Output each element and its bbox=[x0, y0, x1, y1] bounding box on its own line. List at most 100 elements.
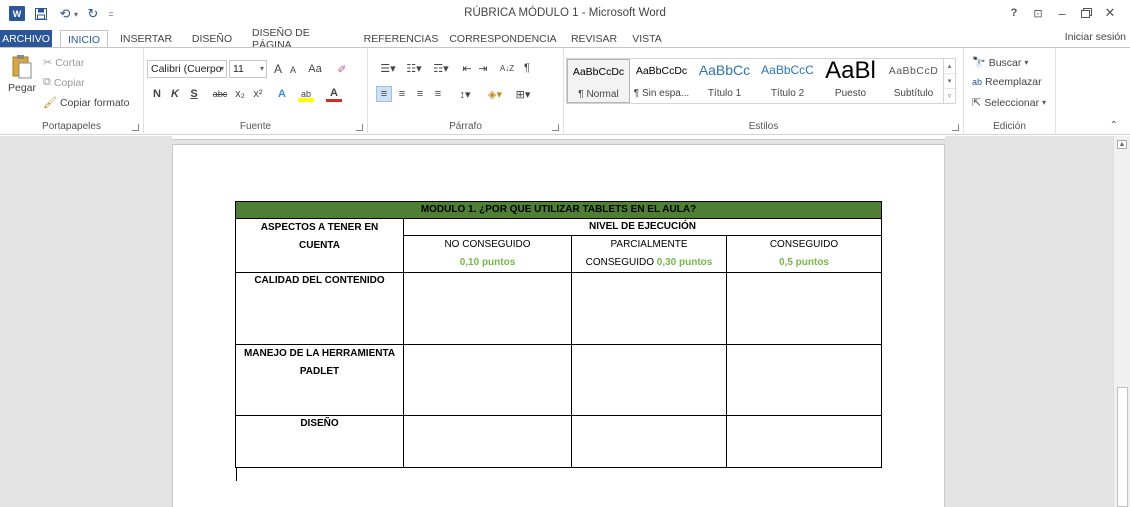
rubric-cell[interactable] bbox=[726, 272, 882, 345]
tab-design[interactable]: DISEÑO bbox=[188, 30, 236, 48]
style-heading-1[interactable]: AaBbCc Título 1 bbox=[693, 59, 756, 103]
rubric-cell[interactable] bbox=[726, 415, 882, 468]
justify-icon[interactable]: ≡ bbox=[430, 86, 446, 102]
font-color-button[interactable]: A bbox=[326, 86, 342, 102]
italic-button[interactable]: K bbox=[168, 86, 182, 102]
tab-references[interactable]: REFERENCIAS bbox=[362, 30, 440, 48]
grow-font-button[interactable]: A bbox=[270, 62, 286, 76]
change-case-button[interactable]: Aa bbox=[304, 62, 326, 76]
paragraph-dialog-launcher[interactable] bbox=[552, 124, 559, 131]
clear-formatting-icon[interactable]: ✐ bbox=[334, 62, 350, 76]
clipboard-dialog-launcher[interactable] bbox=[132, 124, 139, 131]
gallery-up-icon[interactable]: ▴ bbox=[944, 59, 955, 74]
show-formatting-marks-icon[interactable]: ¶ bbox=[520, 61, 534, 75]
gallery-down-icon[interactable]: ▾ bbox=[944, 74, 955, 89]
criterion-cell[interactable]: MANEJO DE LA HERRAMIENTA PADLET bbox=[235, 344, 404, 416]
cut-button[interactable]: ✂ Cortar bbox=[43, 56, 84, 70]
paste-button[interactable]: Pegar bbox=[8, 54, 36, 102]
rubric-table[interactable]: MODULO 1. ¿POR QUE UTILIZAR TABLETS EN E… bbox=[235, 201, 882, 468]
collapse-ribbon-icon[interactable]: ⌃ bbox=[1110, 120, 1118, 131]
increase-indent-icon[interactable]: ⇥ bbox=[476, 61, 490, 75]
styles-dialog-launcher[interactable] bbox=[952, 124, 959, 131]
level-no-conseguido-cell[interactable]: NO CONSEGUIDO 0,10 puntos bbox=[403, 235, 572, 273]
rubric-cell[interactable] bbox=[403, 344, 572, 416]
underline-button[interactable]: S bbox=[187, 86, 201, 102]
vertical-scrollbar[interactable]: ▲ bbox=[1113, 136, 1130, 507]
criterion-cell[interactable]: CALIDAD DEL CONTENIDO bbox=[235, 272, 404, 345]
tab-view[interactable]: VISTA bbox=[626, 30, 668, 48]
align-right-icon[interactable]: ≡ bbox=[412, 86, 428, 102]
format-painter-button[interactable]: 🖌 Copiar formato bbox=[43, 96, 129, 110]
borders-icon[interactable]: ⊞▾ bbox=[512, 86, 534, 102]
sort-icon[interactable]: A↓Z bbox=[498, 61, 516, 75]
font-size-dropdown[interactable]: 11 ▾ bbox=[229, 60, 267, 78]
rubric-cell[interactable] bbox=[571, 344, 727, 416]
highlight-color-button[interactable]: ab bbox=[298, 86, 314, 102]
bold-button[interactable]: N bbox=[150, 86, 164, 102]
decrease-indent-icon[interactable]: ⇤ bbox=[460, 61, 474, 75]
style-normal[interactable]: AaBbCcDc ¶ Normal bbox=[567, 59, 630, 103]
chevron-down-icon: ▾ bbox=[1024, 58, 1029, 67]
help-button[interactable]: ? bbox=[1002, 4, 1026, 22]
replace-icon: ab bbox=[972, 77, 983, 87]
text-effects-button[interactable]: A bbox=[274, 86, 290, 102]
rubric-title-cell[interactable]: MODULO 1. ¿POR QUE UTILIZAR TABLETS EN E… bbox=[235, 201, 882, 219]
tab-mailings[interactable]: CORRESPONDENCIA bbox=[448, 30, 558, 48]
replace-button[interactable]: ab Reemplazar bbox=[972, 76, 1042, 88]
rubric-cell[interactable] bbox=[571, 272, 727, 345]
subscript-button[interactable]: x₂ bbox=[232, 86, 248, 102]
style-name: Título 2 bbox=[770, 88, 805, 99]
ribbon-display-options-button[interactable]: ⊡ bbox=[1026, 4, 1050, 22]
tab-insert[interactable]: INSERTAR bbox=[116, 30, 176, 48]
close-button[interactable]: ✕ bbox=[1098, 4, 1122, 22]
copy-button[interactable]: ⧉ Copiar bbox=[43, 76, 85, 89]
align-left-icon[interactable]: ≡ bbox=[376, 86, 392, 102]
grow-font-icon: A bbox=[273, 62, 282, 76]
previous-page-edge bbox=[172, 136, 945, 140]
tab-home[interactable]: INICIO bbox=[60, 30, 108, 48]
font-dialog-launcher[interactable] bbox=[356, 124, 363, 131]
style-name: Puesto bbox=[834, 88, 867, 99]
gallery-more-icon[interactable]: ▿ bbox=[944, 89, 955, 104]
select-button[interactable]: ⇱ Seleccionar ▾ bbox=[972, 96, 1046, 110]
ribbon: Pegar ✂ Cortar ⧉ Copiar 🖌 Copiar formato… bbox=[0, 47, 1130, 135]
minimize-button[interactable]: – bbox=[1050, 4, 1074, 22]
tab-page-layout[interactable]: DISEÑO DE PÁGINA bbox=[246, 27, 352, 51]
style-subtitle[interactable]: AaBbCcD Subtítulo bbox=[882, 59, 945, 103]
style-preview: AaBl bbox=[825, 57, 876, 84]
multilevel-list-icon[interactable]: ☶▾ bbox=[428, 61, 454, 75]
scroll-up-icon[interactable]: ▲ bbox=[1117, 140, 1127, 149]
superscript-button[interactable]: x² bbox=[250, 86, 266, 102]
line-spacing-icon[interactable]: ↕▾ bbox=[454, 86, 476, 102]
font-name-value: Calibri (Cuerpo bbox=[151, 63, 222, 75]
find-button[interactable]: 🔭 Buscar ▾ bbox=[972, 56, 1029, 70]
sign-in-link[interactable]: Iniciar sesión bbox=[1065, 31, 1126, 43]
numbering-icon[interactable]: ☷▾ bbox=[402, 61, 426, 75]
style-no-spacing[interactable]: AaBbCcDc ¶ Sin espa... bbox=[630, 59, 693, 103]
copy-icon: ⧉ bbox=[43, 76, 51, 88]
shrink-font-button[interactable]: A bbox=[286, 64, 300, 76]
level-header-cell[interactable]: NIVEL DE EJECUCIÓN bbox=[403, 218, 882, 236]
criterion-cell[interactable]: DISEÑO bbox=[235, 415, 404, 468]
rubric-cell[interactable] bbox=[403, 272, 572, 345]
rubric-cell[interactable] bbox=[571, 415, 727, 468]
styles-gallery-scroll[interactable]: ▴ ▾ ▿ bbox=[944, 58, 956, 104]
aspects-header-cell[interactable]: ASPECTOS A TENER EN CUENTA bbox=[235, 218, 404, 273]
bullets-icon[interactable]: ☰▾ bbox=[376, 61, 400, 75]
level-header: NIVEL DE EJECUCIÓN bbox=[588, 221, 697, 232]
criterion-label: DISEÑO bbox=[300, 418, 339, 429]
style-heading-2[interactable]: AaBbCcC Título 2 bbox=[756, 59, 819, 103]
font-name-dropdown[interactable]: Calibri (Cuerpo ▾ bbox=[147, 60, 227, 78]
tab-review[interactable]: REVISAR bbox=[568, 30, 620, 48]
scrollbar-thumb[interactable] bbox=[1117, 387, 1128, 507]
style-title[interactable]: AaBl Puesto bbox=[819, 57, 882, 103]
rubric-cell[interactable] bbox=[726, 344, 882, 416]
maximize-button[interactable] bbox=[1074, 4, 1098, 22]
align-center-icon[interactable]: ≡ bbox=[394, 86, 410, 102]
level-parcialmente-cell[interactable]: PARCIALMENTE CONSEGUIDO 0,30 puntos bbox=[571, 235, 727, 273]
level-conseguido-cell[interactable]: CONSEGUIDO 0,5 puntos bbox=[726, 235, 882, 273]
shading-icon[interactable]: ◈▾ bbox=[484, 86, 506, 102]
tab-file[interactable]: ARCHIVO bbox=[0, 30, 52, 48]
strikethrough-button[interactable]: abc bbox=[210, 86, 230, 102]
rubric-cell[interactable] bbox=[403, 415, 572, 468]
